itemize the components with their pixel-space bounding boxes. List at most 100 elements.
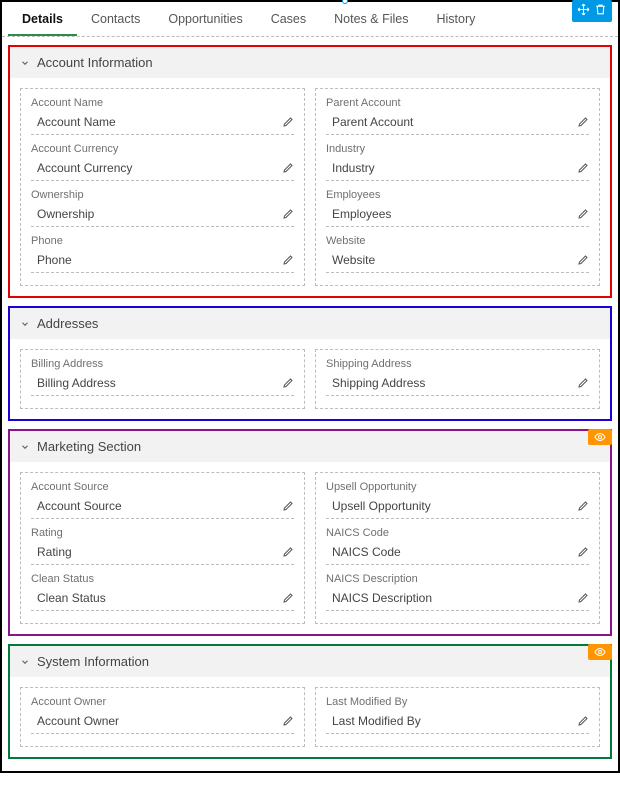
section-header[interactable]: System Information bbox=[10, 646, 610, 677]
column-left: Account Owner Account Owner bbox=[20, 687, 305, 747]
field-naics-description: NAICS Description NAICS Description bbox=[326, 573, 589, 611]
field-value: Billing Address bbox=[37, 376, 116, 390]
pencil-icon[interactable] bbox=[577, 254, 589, 266]
field-value-row[interactable]: Website bbox=[326, 249, 589, 273]
pencil-icon[interactable] bbox=[282, 715, 294, 727]
field-value: Upsell Opportunity bbox=[332, 499, 431, 513]
pencil-icon[interactable] bbox=[282, 546, 294, 558]
field-shipping-address: Shipping Address Shipping Address bbox=[326, 358, 589, 396]
pencil-icon[interactable] bbox=[577, 592, 589, 604]
field-value: Rating bbox=[37, 545, 72, 559]
field-label: Last Modified By bbox=[326, 696, 589, 708]
field-value: Phone bbox=[37, 253, 72, 267]
field-upsell-opportunity: Upsell Opportunity Upsell Opportunity bbox=[326, 481, 589, 519]
field-value-row[interactable]: Billing Address bbox=[31, 372, 294, 396]
pencil-icon[interactable] bbox=[282, 116, 294, 128]
field-value: Last Modified By bbox=[332, 714, 421, 728]
column-right: Upsell Opportunity Upsell Opportunity NA… bbox=[315, 472, 600, 624]
field-value-row[interactable]: Parent Account bbox=[326, 111, 589, 135]
tab-notes-files[interactable]: Notes & Files bbox=[320, 2, 422, 36]
field-value-row[interactable]: Employees bbox=[326, 203, 589, 227]
field-value: Account Currency bbox=[37, 161, 132, 175]
field-value-row[interactable]: NAICS Description bbox=[326, 587, 589, 611]
pencil-icon[interactable] bbox=[577, 500, 589, 512]
field-label: Upsell Opportunity bbox=[326, 481, 589, 493]
pencil-icon[interactable] bbox=[282, 162, 294, 174]
column-left: Account Source Account Source Rating Rat… bbox=[20, 472, 305, 624]
section-header[interactable]: Marketing Section bbox=[10, 431, 610, 462]
move-icon[interactable] bbox=[577, 3, 590, 19]
field-value: Industry bbox=[332, 161, 375, 175]
visibility-badge[interactable] bbox=[588, 644, 612, 660]
field-value-row[interactable]: Account Source bbox=[31, 495, 294, 519]
pencil-icon[interactable] bbox=[577, 546, 589, 558]
visibility-badge[interactable] bbox=[588, 429, 612, 445]
delete-icon[interactable] bbox=[594, 3, 607, 19]
field-value-row[interactable]: Account Owner bbox=[31, 710, 294, 734]
field-value: Account Source bbox=[37, 499, 122, 513]
field-value-row[interactable]: Phone bbox=[31, 249, 294, 273]
pencil-icon[interactable] bbox=[282, 377, 294, 389]
field-value: Clean Status bbox=[37, 591, 106, 605]
field-label: NAICS Code bbox=[326, 527, 589, 539]
field-clean-status: Clean Status Clean Status bbox=[31, 573, 294, 611]
field-label: Account Owner bbox=[31, 696, 294, 708]
section-account-information: Account Information Account Name Account… bbox=[8, 45, 612, 298]
field-label: Phone bbox=[31, 235, 294, 247]
field-value: NAICS Description bbox=[332, 591, 432, 605]
field-value: Website bbox=[332, 253, 375, 267]
pencil-icon[interactable] bbox=[577, 208, 589, 220]
field-label: Account Name bbox=[31, 97, 294, 109]
tab-cases[interactable]: Cases bbox=[257, 2, 320, 36]
tab-history[interactable]: History bbox=[422, 2, 489, 36]
field-label: Parent Account bbox=[326, 97, 589, 109]
field-value-row[interactable]: Account Currency bbox=[31, 157, 294, 181]
field-value-row[interactable]: Clean Status bbox=[31, 587, 294, 611]
tab-opportunities[interactable]: Opportunities bbox=[154, 2, 256, 36]
section-title: System Information bbox=[37, 654, 149, 669]
pencil-icon[interactable] bbox=[282, 500, 294, 512]
field-website: Website Website bbox=[326, 235, 589, 273]
pencil-icon[interactable] bbox=[577, 715, 589, 727]
column-right: Shipping Address Shipping Address bbox=[315, 349, 600, 409]
field-value: NAICS Code bbox=[332, 545, 401, 559]
field-value-row[interactable]: Industry bbox=[326, 157, 589, 181]
pencil-icon[interactable] bbox=[577, 377, 589, 389]
tab-contacts[interactable]: Contacts bbox=[77, 2, 154, 36]
field-value-row[interactable]: Shipping Address bbox=[326, 372, 589, 396]
section-title: Marketing Section bbox=[37, 439, 141, 454]
pencil-icon[interactable] bbox=[282, 592, 294, 604]
field-account-currency: Account Currency Account Currency bbox=[31, 143, 294, 181]
pencil-icon[interactable] bbox=[282, 254, 294, 266]
section-body: Billing Address Billing Address Shipping… bbox=[10, 339, 610, 419]
section-title: Account Information bbox=[37, 55, 153, 70]
field-phone: Phone Phone bbox=[31, 235, 294, 273]
section-marketing: Marketing Section Account Source Account… bbox=[8, 429, 612, 636]
field-value-row[interactable]: Upsell Opportunity bbox=[326, 495, 589, 519]
field-value: Parent Account bbox=[332, 115, 413, 129]
field-employees: Employees Employees bbox=[326, 189, 589, 227]
pencil-icon[interactable] bbox=[577, 162, 589, 174]
page-layout: Details Contacts Opportunities Cases Not… bbox=[0, 0, 620, 773]
field-label: Rating bbox=[31, 527, 294, 539]
section-header[interactable]: Addresses bbox=[10, 308, 610, 339]
field-label: NAICS Description bbox=[326, 573, 589, 585]
field-value-row[interactable]: Account Name bbox=[31, 111, 294, 135]
component-action-bar bbox=[572, 0, 612, 22]
pencil-icon[interactable] bbox=[577, 116, 589, 128]
field-label: Clean Status bbox=[31, 573, 294, 585]
tab-details[interactable]: Details bbox=[8, 2, 77, 36]
section-body: Account Owner Account Owner Last Modifie… bbox=[10, 677, 610, 757]
field-value-row[interactable]: NAICS Code bbox=[326, 541, 589, 565]
pencil-icon[interactable] bbox=[282, 208, 294, 220]
field-value-row[interactable]: Ownership bbox=[31, 203, 294, 227]
field-label: Website bbox=[326, 235, 589, 247]
field-rating: Rating Rating bbox=[31, 527, 294, 565]
field-ownership: Ownership Ownership bbox=[31, 189, 294, 227]
field-parent-account: Parent Account Parent Account bbox=[326, 97, 589, 135]
field-value-row[interactable]: Rating bbox=[31, 541, 294, 565]
field-value-row[interactable]: Last Modified By bbox=[326, 710, 589, 734]
section-header[interactable]: Account Information bbox=[10, 47, 610, 78]
field-label: Account Currency bbox=[31, 143, 294, 155]
field-value: Account Owner bbox=[37, 714, 119, 728]
